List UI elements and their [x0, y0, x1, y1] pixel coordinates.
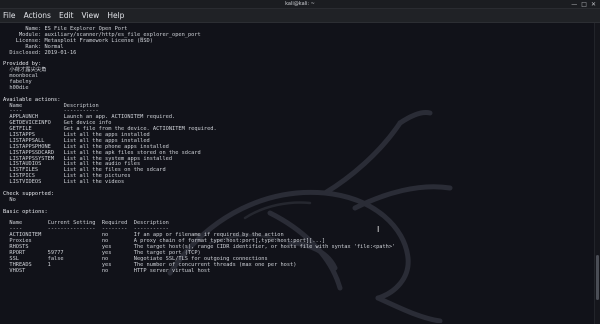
menu-actions[interactable]: Actions: [24, 9, 51, 23]
minimize-icon[interactable]: —: [571, 1, 577, 8]
terminal-scrollbar[interactable]: [594, 23, 600, 324]
text-cursor-icon: I: [377, 225, 380, 234]
terminal-output[interactable]: Name: ES File Explorer Open Port Module:…: [0, 23, 594, 324]
scrollbar-thumb[interactable]: [596, 255, 599, 300]
menu-file[interactable]: File: [3, 9, 16, 23]
menubar: File Actions Edit View Help: [0, 9, 600, 23]
option-row: VHOST no HTTP server virtual host: [3, 267, 211, 274]
menu-edit[interactable]: Edit: [59, 9, 74, 23]
terminal-lines: Name: ES File Explorer Open Port Module:…: [3, 26, 395, 274]
menu-view[interactable]: View: [82, 9, 100, 23]
close-icon[interactable]: ✕: [591, 1, 596, 8]
maximize-icon[interactable]: □: [581, 1, 587, 8]
window-controls: — □ ✕: [571, 1, 596, 8]
menu-help[interactable]: Help: [107, 9, 124, 23]
